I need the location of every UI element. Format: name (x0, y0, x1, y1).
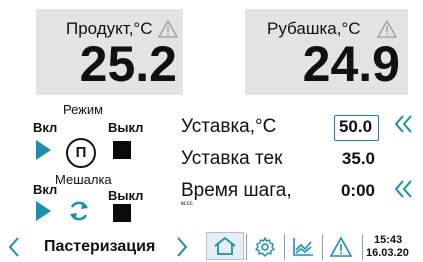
step-time-label: Время шага, (181, 180, 292, 201)
mode-on-label: Вкл (33, 120, 58, 135)
nav-separator (322, 234, 323, 260)
setpoint-label: Уставка,°C (181, 116, 277, 137)
mode-title: Режим (63, 102, 104, 117)
mode-select-button[interactable]: П (66, 138, 96, 168)
mixer-stop-icon[interactable] (113, 204, 131, 222)
jacket-temperature-panel: Рубашка,°C 24.9 (245, 9, 408, 95)
nav-separator (246, 234, 247, 260)
setpoint-double-chevron-left-icon[interactable] (393, 114, 415, 134)
clock-time: 15:43 (374, 234, 403, 246)
mixer-off-label: Выкл (108, 188, 144, 203)
nav-separator (362, 234, 363, 260)
mixer-on-label: Вкл (33, 182, 58, 197)
clock-date: 16.03.20 (366, 247, 409, 259)
home-icon[interactable] (213, 236, 237, 256)
jacket-temperature-value: 24.9 (302, 36, 400, 92)
chart-icon[interactable] (292, 237, 314, 257)
step-time-double-chevron-left-icon[interactable] (393, 179, 415, 199)
step-time-value: 0:00 (340, 181, 375, 200)
mixer-title: Мешалка (55, 172, 112, 187)
mixer-cycle-icon (70, 201, 88, 221)
gear-icon[interactable] (254, 236, 276, 258)
mode-stop-icon[interactable] (113, 141, 131, 159)
product-temperature-panel: Продукт,°C 25.2 (36, 9, 183, 95)
current-setpoint-label: Уставка тек (181, 148, 283, 169)
current-setpoint-value: 35.0 (341, 149, 375, 168)
mode-off-label: Выкл (108, 120, 144, 135)
mixer-start-play-icon[interactable] (36, 201, 51, 221)
prev-program-chevron-left-icon[interactable] (7, 236, 21, 258)
product-temperature-value: 25.2 (79, 36, 177, 92)
mode-start-play-icon[interactable] (36, 140, 51, 160)
alarm-warning-icon[interactable] (330, 237, 352, 257)
step-time-units: м:сс (181, 201, 193, 207)
program-name: Пастеризация (44, 238, 156, 255)
next-program-chevron-right-icon[interactable] (175, 236, 189, 258)
nav-separator (284, 234, 285, 260)
setpoint-value: 50.0 (338, 117, 373, 136)
